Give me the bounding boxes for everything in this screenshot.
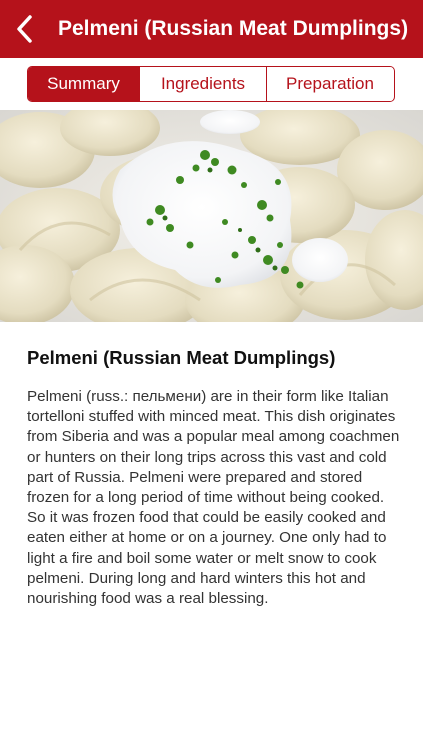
section-tabs: Summary Ingredients Preparation [27,66,395,102]
back-button[interactable] [4,0,44,58]
dish-photo-illustration [0,110,423,322]
navigation-bar: Pelmeni (Russian Meat Dumplings) [0,0,423,58]
page-title: Pelmeni (Russian Meat Dumplings) [58,17,409,40]
chevron-left-icon [17,15,32,43]
tab-preparation[interactable]: Preparation [266,67,393,101]
recipe-description: Pelmeni (russ.: пельмени) are in their f… [27,388,400,608]
tab-summary[interactable]: Summary [28,67,139,101]
recipe-summary: Pelmeni (Russian Meat Dumplings) Pelmeni… [27,345,402,609]
recipe-screen: Pelmeni (Russian Meat Dumplings) Summary… [0,0,423,750]
tab-ingredients[interactable]: Ingredients [139,67,266,101]
recipe-title: Pelmeni (Russian Meat Dumplings) [27,347,336,368]
dish-photo [0,110,423,322]
